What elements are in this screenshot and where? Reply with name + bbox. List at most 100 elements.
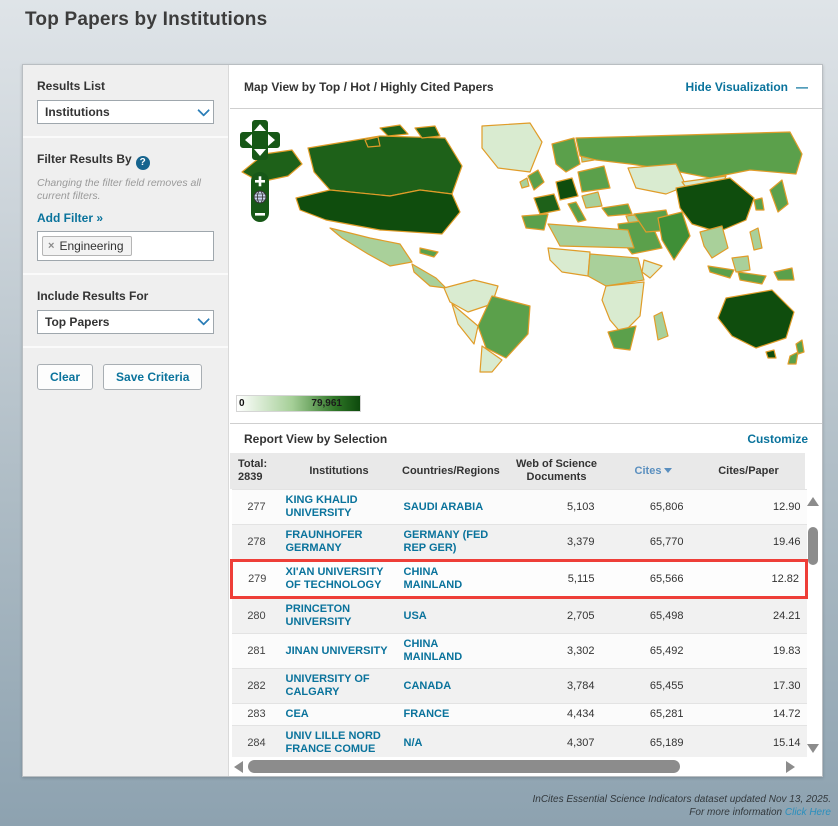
row-cites-value: 65,498 <box>617 598 694 634</box>
horizontal-scroll-thumb[interactable] <box>248 760 680 773</box>
results-list-select[interactable]: Institutions <box>37 100 214 124</box>
row-rank: 281 <box>232 634 282 669</box>
row-cites-value: 65,492 <box>617 634 694 669</box>
table-header-row: Total:2839 Institutions Countries/Region… <box>230 453 805 489</box>
row-cites-value: 65,566 <box>617 561 694 598</box>
vertical-scroll-thumb[interactable] <box>808 527 818 565</box>
choropleth-map[interactable] <box>230 115 805 377</box>
institution-link[interactable]: CEA <box>282 704 400 726</box>
table-row: 282UNIVERSITY OF CALGARYCANADA3,78465,45… <box>232 669 807 704</box>
save-criteria-button[interactable]: Save Criteria <box>103 364 202 390</box>
map-legend: 0 79,961 <box>230 389 822 423</box>
row-cites-per-paper-value: 12.82 <box>694 561 807 598</box>
row-docs-value: 5,103 <box>500 490 617 525</box>
legend-gradient-bar: 0 79,961 <box>236 395 361 412</box>
scroll-up-icon[interactable] <box>807 497 819 506</box>
legend-max-label: 79,961 <box>311 398 342 409</box>
report-table-body: 277KING KHALID UNIVERSITYSAUDI ARABIA5,1… <box>232 490 807 758</box>
country-link[interactable]: CANADA <box>400 669 500 704</box>
hide-visualization-link[interactable]: Hide Visualization — <box>686 80 808 94</box>
chevron-down-icon <box>197 313 210 326</box>
filter-section: Filter Results By? Changing the filter f… <box>23 138 228 275</box>
content-area: Map View by Top / Hot / Highly Cited Pap… <box>230 65 822 776</box>
country-link[interactable]: CHINA MAINLAND <box>400 561 500 598</box>
institution-link[interactable]: PRINCETON UNIVERSITY <box>282 598 400 634</box>
report-table: Total:2839 Institutions Countries/Region… <box>230 453 805 489</box>
customize-link[interactable]: Customize <box>747 432 808 446</box>
row-cites-per-paper-value: 14.72 <box>694 704 807 726</box>
remove-filter-icon[interactable]: × <box>48 240 54 252</box>
table-row: 283CEAFRANCE4,43465,28114.72 <box>232 704 807 726</box>
filter-tag-engineering[interactable]: × Engineering <box>42 236 132 256</box>
institution-link[interactable]: UNIV LILLE NORD FRANCE COMUE <box>282 726 400 758</box>
minus-icon: — <box>796 80 808 94</box>
add-filter-link[interactable]: Add Filter » <box>37 211 214 225</box>
column-header-cites[interactable]: Cites <box>615 453 692 489</box>
filter-section-text: Filter Results By <box>37 152 132 166</box>
map-view-title: Map View by Top / Hot / Highly Cited Pap… <box>244 80 494 94</box>
zoom-out-icon <box>255 213 265 216</box>
main-panel: Results List Institutions Filter Results… <box>22 64 823 777</box>
country-link[interactable]: USA <box>400 598 500 634</box>
include-results-label: Include Results For <box>37 289 214 303</box>
row-rank: 283 <box>232 704 282 726</box>
results-list-section: Results List Institutions <box>23 65 228 138</box>
scroll-left-icon[interactable] <box>234 761 243 773</box>
total-header: Total:2839 <box>230 453 280 489</box>
row-cites-value: 65,281 <box>617 704 694 726</box>
vertical-scrollbar[interactable] <box>804 489 821 757</box>
institution-link[interactable]: UNIVERSITY OF CALGARY <box>282 669 400 704</box>
country-link[interactable]: N/A <box>400 726 500 758</box>
visualization-header: Map View by Top / Hot / Highly Cited Pap… <box>230 65 822 109</box>
clear-button[interactable]: Clear <box>37 364 93 390</box>
scroll-right-icon[interactable] <box>786 761 795 773</box>
row-rank: 282 <box>232 669 282 704</box>
include-results-section: Include Results For Top Papers <box>23 275 228 348</box>
map-zoom-control[interactable] <box>250 171 270 223</box>
column-header-cites-per-paper[interactable]: Cites/Paper <box>692 453 805 489</box>
world-map <box>230 109 822 389</box>
table-row: 277KING KHALID UNIVERSITYSAUDI ARABIA5,1… <box>232 490 807 525</box>
column-header-docs[interactable]: Web of Science Documents <box>498 453 615 489</box>
more-info-text: For more information Click Here <box>532 806 831 819</box>
row-rank: 277 <box>232 490 282 525</box>
sidebar-buttons: Clear Save Criteria <box>23 348 228 406</box>
row-docs-value: 2,705 <box>500 598 617 634</box>
table-row-highlighted: 279XI'AN UNIVERSITY OF TECHNOLOGYCHINA M… <box>232 561 807 598</box>
row-cites-value: 65,189 <box>617 726 694 758</box>
sidebar: Results List Institutions Filter Results… <box>23 65 229 776</box>
horizontal-scrollbar[interactable] <box>230 758 822 776</box>
row-cites-per-paper-value: 17.30 <box>694 669 807 704</box>
row-cites-value: 65,455 <box>617 669 694 704</box>
institution-link[interactable]: JINAN UNIVERSITY <box>282 634 400 669</box>
institution-link[interactable]: FRAUNHOFER GERMANY <box>282 525 400 561</box>
country-link[interactable]: FRANCE <box>400 704 500 726</box>
chevron-down-icon <box>197 104 210 117</box>
help-icon[interactable]: ? <box>136 156 150 170</box>
row-rank: 280 <box>232 598 282 634</box>
row-docs-value: 3,302 <box>500 634 617 669</box>
column-header-institutions[interactable]: Institutions <box>280 453 398 489</box>
globe-icon <box>254 191 266 203</box>
report-view-title: Report View by Selection <box>244 432 387 446</box>
institution-link[interactable]: KING KHALID UNIVERSITY <box>282 490 400 525</box>
map-pan-control[interactable] <box>240 119 280 161</box>
country-link[interactable]: CHINA MAINLAND <box>400 634 500 669</box>
dataset-updated-text: InCites Essential Science Indicators dat… <box>532 793 831 806</box>
include-results-select[interactable]: Top Papers <box>37 310 214 334</box>
country-link[interactable]: SAUDI ARABIA <box>400 490 500 525</box>
legend-min-label: 0 <box>239 398 245 409</box>
country-link[interactable]: GERMANY (FED REP GER) <box>400 525 500 561</box>
table-row: 284UNIV LILLE NORD FRANCE COMUEN/A4,3076… <box>232 726 807 758</box>
institution-link[interactable]: XI'AN UNIVERSITY OF TECHNOLOGY <box>282 561 400 598</box>
table-row: 278FRAUNHOFER GERMANYGERMANY (FED REP GE… <box>232 525 807 561</box>
scroll-down-icon[interactable] <box>807 744 819 753</box>
click-here-link[interactable]: Click Here <box>785 807 831 818</box>
results-list-value: Institutions <box>45 105 110 119</box>
row-cites-value: 65,806 <box>617 490 694 525</box>
include-results-value: Top Papers <box>45 315 109 329</box>
row-cites-per-paper-value: 15.14 <box>694 726 807 758</box>
column-header-countries[interactable]: Countries/Regions <box>398 453 498 489</box>
row-docs-value: 5,115 <box>500 561 617 598</box>
hide-visualization-label: Hide Visualization <box>686 80 788 94</box>
